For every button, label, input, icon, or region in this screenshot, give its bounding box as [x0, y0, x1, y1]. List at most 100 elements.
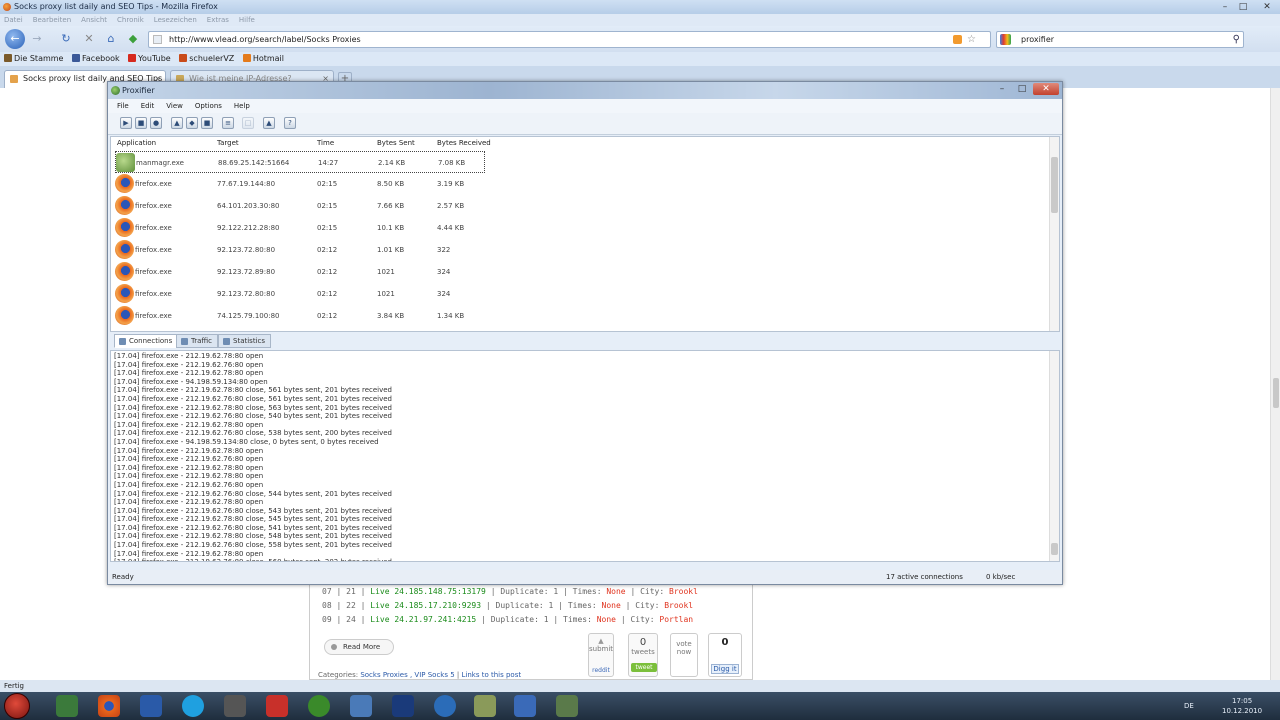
tweet-widget[interactable]: 0 tweets tweet: [628, 633, 658, 677]
log-line: [17.04] firefox.exe - 212.19.62.76:80 cl…: [114, 489, 392, 498]
help-icon[interactable]: ?: [284, 117, 296, 129]
maximize-button[interactable]: □: [1236, 0, 1250, 14]
column-bytes-received[interactable]: Bytes Received: [437, 137, 491, 149]
scrollbar-thumb[interactable]: [1051, 543, 1058, 555]
cell-sent: 7.66 KB: [377, 202, 405, 210]
back-button[interactable]: ←: [5, 29, 25, 49]
column-bytes-sent[interactable]: Bytes Sent: [377, 137, 415, 149]
language-indicator[interactable]: DE: [1184, 702, 1194, 710]
reddit-widget[interactable]: ▲ submit reddit: [588, 633, 614, 677]
bookmark-hotmail[interactable]: Hotmail: [242, 52, 284, 66]
column-target[interactable]: Target: [217, 137, 239, 149]
steam-icon[interactable]: [224, 695, 246, 717]
bookmark-die-stamme[interactable]: Die Stamme: [4, 52, 63, 66]
bookmark-youtube[interactable]: YouTube: [128, 52, 171, 66]
name-resolution-icon[interactable]: ◆: [186, 117, 198, 129]
rules-icon[interactable]: ▲: [171, 117, 183, 129]
table-row[interactable]: firefox.exe 92.122.212.28:80 02:15 10.1 KB 4…: [115, 217, 485, 239]
clock-date[interactable]: 10.12.2010: [1222, 707, 1262, 715]
vote-widget[interactable]: vote now: [670, 633, 698, 677]
advanced-icon[interactable]: ■: [201, 117, 213, 129]
log-line: [17.04] firefox.exe - 212.19.62.78:80 cl…: [114, 386, 392, 395]
read-more-button[interactable]: Read More: [324, 639, 394, 655]
forward-button[interactable]: →: [28, 30, 46, 48]
tab-connections[interactable]: Connections: [114, 334, 179, 348]
scrollbar-thumb[interactable]: [1273, 378, 1279, 408]
proxifier-taskbar-icon[interactable]: [556, 695, 578, 717]
bookmark-facebook[interactable]: Facebook: [72, 52, 120, 66]
digg-button[interactable]: Digg it: [711, 664, 739, 674]
menu-hilfe[interactable]: Hilfe: [239, 16, 255, 24]
connections-icon[interactable]: ≡: [222, 117, 234, 129]
connections-scrollbar[interactable]: [1049, 137, 1059, 331]
menu-options[interactable]: Options: [195, 99, 222, 113]
menu-help[interactable]: Help: [234, 99, 250, 113]
google-icon[interactable]: [1000, 34, 1011, 45]
category-links[interactable]: Socks Proxies , VIP Socks 5: [360, 671, 454, 679]
reddit-up-arrow-icon[interactable]: ▲: [589, 637, 613, 645]
menu-edit[interactable]: Edit: [141, 99, 155, 113]
clock-time[interactable]: 17:05: [1232, 697, 1252, 705]
bookmark-schuelervz[interactable]: schuelerVZ: [179, 52, 234, 66]
disabled-tool-icon[interactable]: □: [242, 117, 254, 129]
column-application[interactable]: Application: [117, 137, 156, 149]
addon-icon[interactable]: ◆: [124, 30, 142, 48]
scrollbar-thumb[interactable]: [1051, 157, 1058, 213]
cell-sent: 8.50 KB: [377, 180, 405, 188]
proxifier-maximize-button[interactable]: □: [1013, 83, 1031, 95]
firefox-taskbar-icon[interactable]: [98, 695, 120, 717]
search-input[interactable]: proxifier: [1021, 35, 1054, 44]
photoshop-icon[interactable]: [392, 695, 414, 717]
search-box[interactable]: proxifier ⚲: [996, 31, 1244, 48]
menu-chronik[interactable]: Chronik: [117, 16, 144, 24]
code-sep: |: [553, 615, 559, 624]
table-row[interactable]: firefox.exe 92.123.72.89:80 02:12 1021 324: [115, 261, 485, 283]
table-row[interactable]: firefox.exe 74.125.79.100:80 02:12 3.84 KB 1…: [115, 305, 485, 327]
table-row[interactable]: firefox.exe 77.67.19.144:80 02:15 8.50 KB 3.…: [115, 173, 485, 195]
tab-traffic[interactable]: Traffic: [176, 334, 219, 348]
reload-button[interactable]: ↻: [57, 30, 75, 48]
app-icon-3[interactable]: [266, 695, 288, 717]
traffic-icon[interactable]: ▲: [263, 117, 275, 129]
links-to-post[interactable]: Links to this post: [462, 671, 522, 679]
table-row[interactable]: firefox.exe 92.123.72.80:80 02:12 1.01 KB 32…: [115, 239, 485, 261]
close-button[interactable]: ✕: [1260, 0, 1274, 14]
app-icon-6[interactable]: [434, 695, 456, 717]
menu-file[interactable]: File: [117, 99, 129, 113]
search-icon[interactable]: ⚲: [1233, 32, 1240, 47]
app-icon-4[interactable]: [308, 695, 330, 717]
table-row[interactable]: firefox.exe 92.123.72.80:80 02:12 1021 324: [115, 283, 485, 305]
explorer-icon[interactable]: [474, 695, 496, 717]
table-row[interactable]: firefox.exe 64.101.203.30:80 02:15 7.66 KB 2…: [115, 195, 485, 217]
menu-datei[interactable]: Datei: [4, 16, 23, 24]
network-icon[interactable]: [514, 695, 536, 717]
save-profile-icon[interactable]: ■: [135, 117, 147, 129]
profile-icon[interactable]: ▶: [120, 117, 132, 129]
app-icon-2[interactable]: [140, 695, 162, 717]
digg-widget[interactable]: 0 Digg it: [708, 633, 742, 677]
start-button[interactable]: [4, 693, 30, 719]
menu-ansicht[interactable]: Ansicht: [81, 16, 107, 24]
proxy-servers-icon[interactable]: ●: [150, 117, 162, 129]
page-scrollbar[interactable]: [1270, 88, 1280, 680]
skype-icon[interactable]: [182, 695, 204, 717]
log-scrollbar[interactable]: [1049, 351, 1059, 561]
app-icon-5[interactable]: [350, 695, 372, 717]
stop-button[interactable]: ✕: [80, 30, 98, 48]
table-row[interactable]: manmagr.exe 88.69.25.142:51664 14:27 2.14 K…: [115, 151, 485, 173]
menu-extras[interactable]: Extras: [207, 16, 229, 24]
app-icon-1[interactable]: [56, 695, 78, 717]
column-time[interactable]: Time: [317, 137, 334, 149]
bookmark-star-icon[interactable]: ☆: [967, 32, 976, 47]
rss-icon[interactable]: [953, 35, 962, 44]
home-button[interactable]: ⌂: [102, 30, 120, 48]
menu-view[interactable]: View: [166, 99, 183, 113]
menu-bearbeiten[interactable]: Bearbeiten: [33, 16, 71, 24]
tweet-button[interactable]: tweet: [631, 663, 657, 672]
tab-statistics[interactable]: Statistics: [218, 334, 271, 348]
proxifier-close-button[interactable]: ✕: [1033, 83, 1059, 95]
menu-lesezeichen[interactable]: Lesezeichen: [154, 16, 197, 24]
minimize-button[interactable]: –: [1218, 0, 1232, 14]
proxifier-minimize-button[interactable]: –: [993, 83, 1011, 95]
url-bar[interactable]: http://www.vlead.org/search/label/Socks …: [148, 31, 991, 48]
